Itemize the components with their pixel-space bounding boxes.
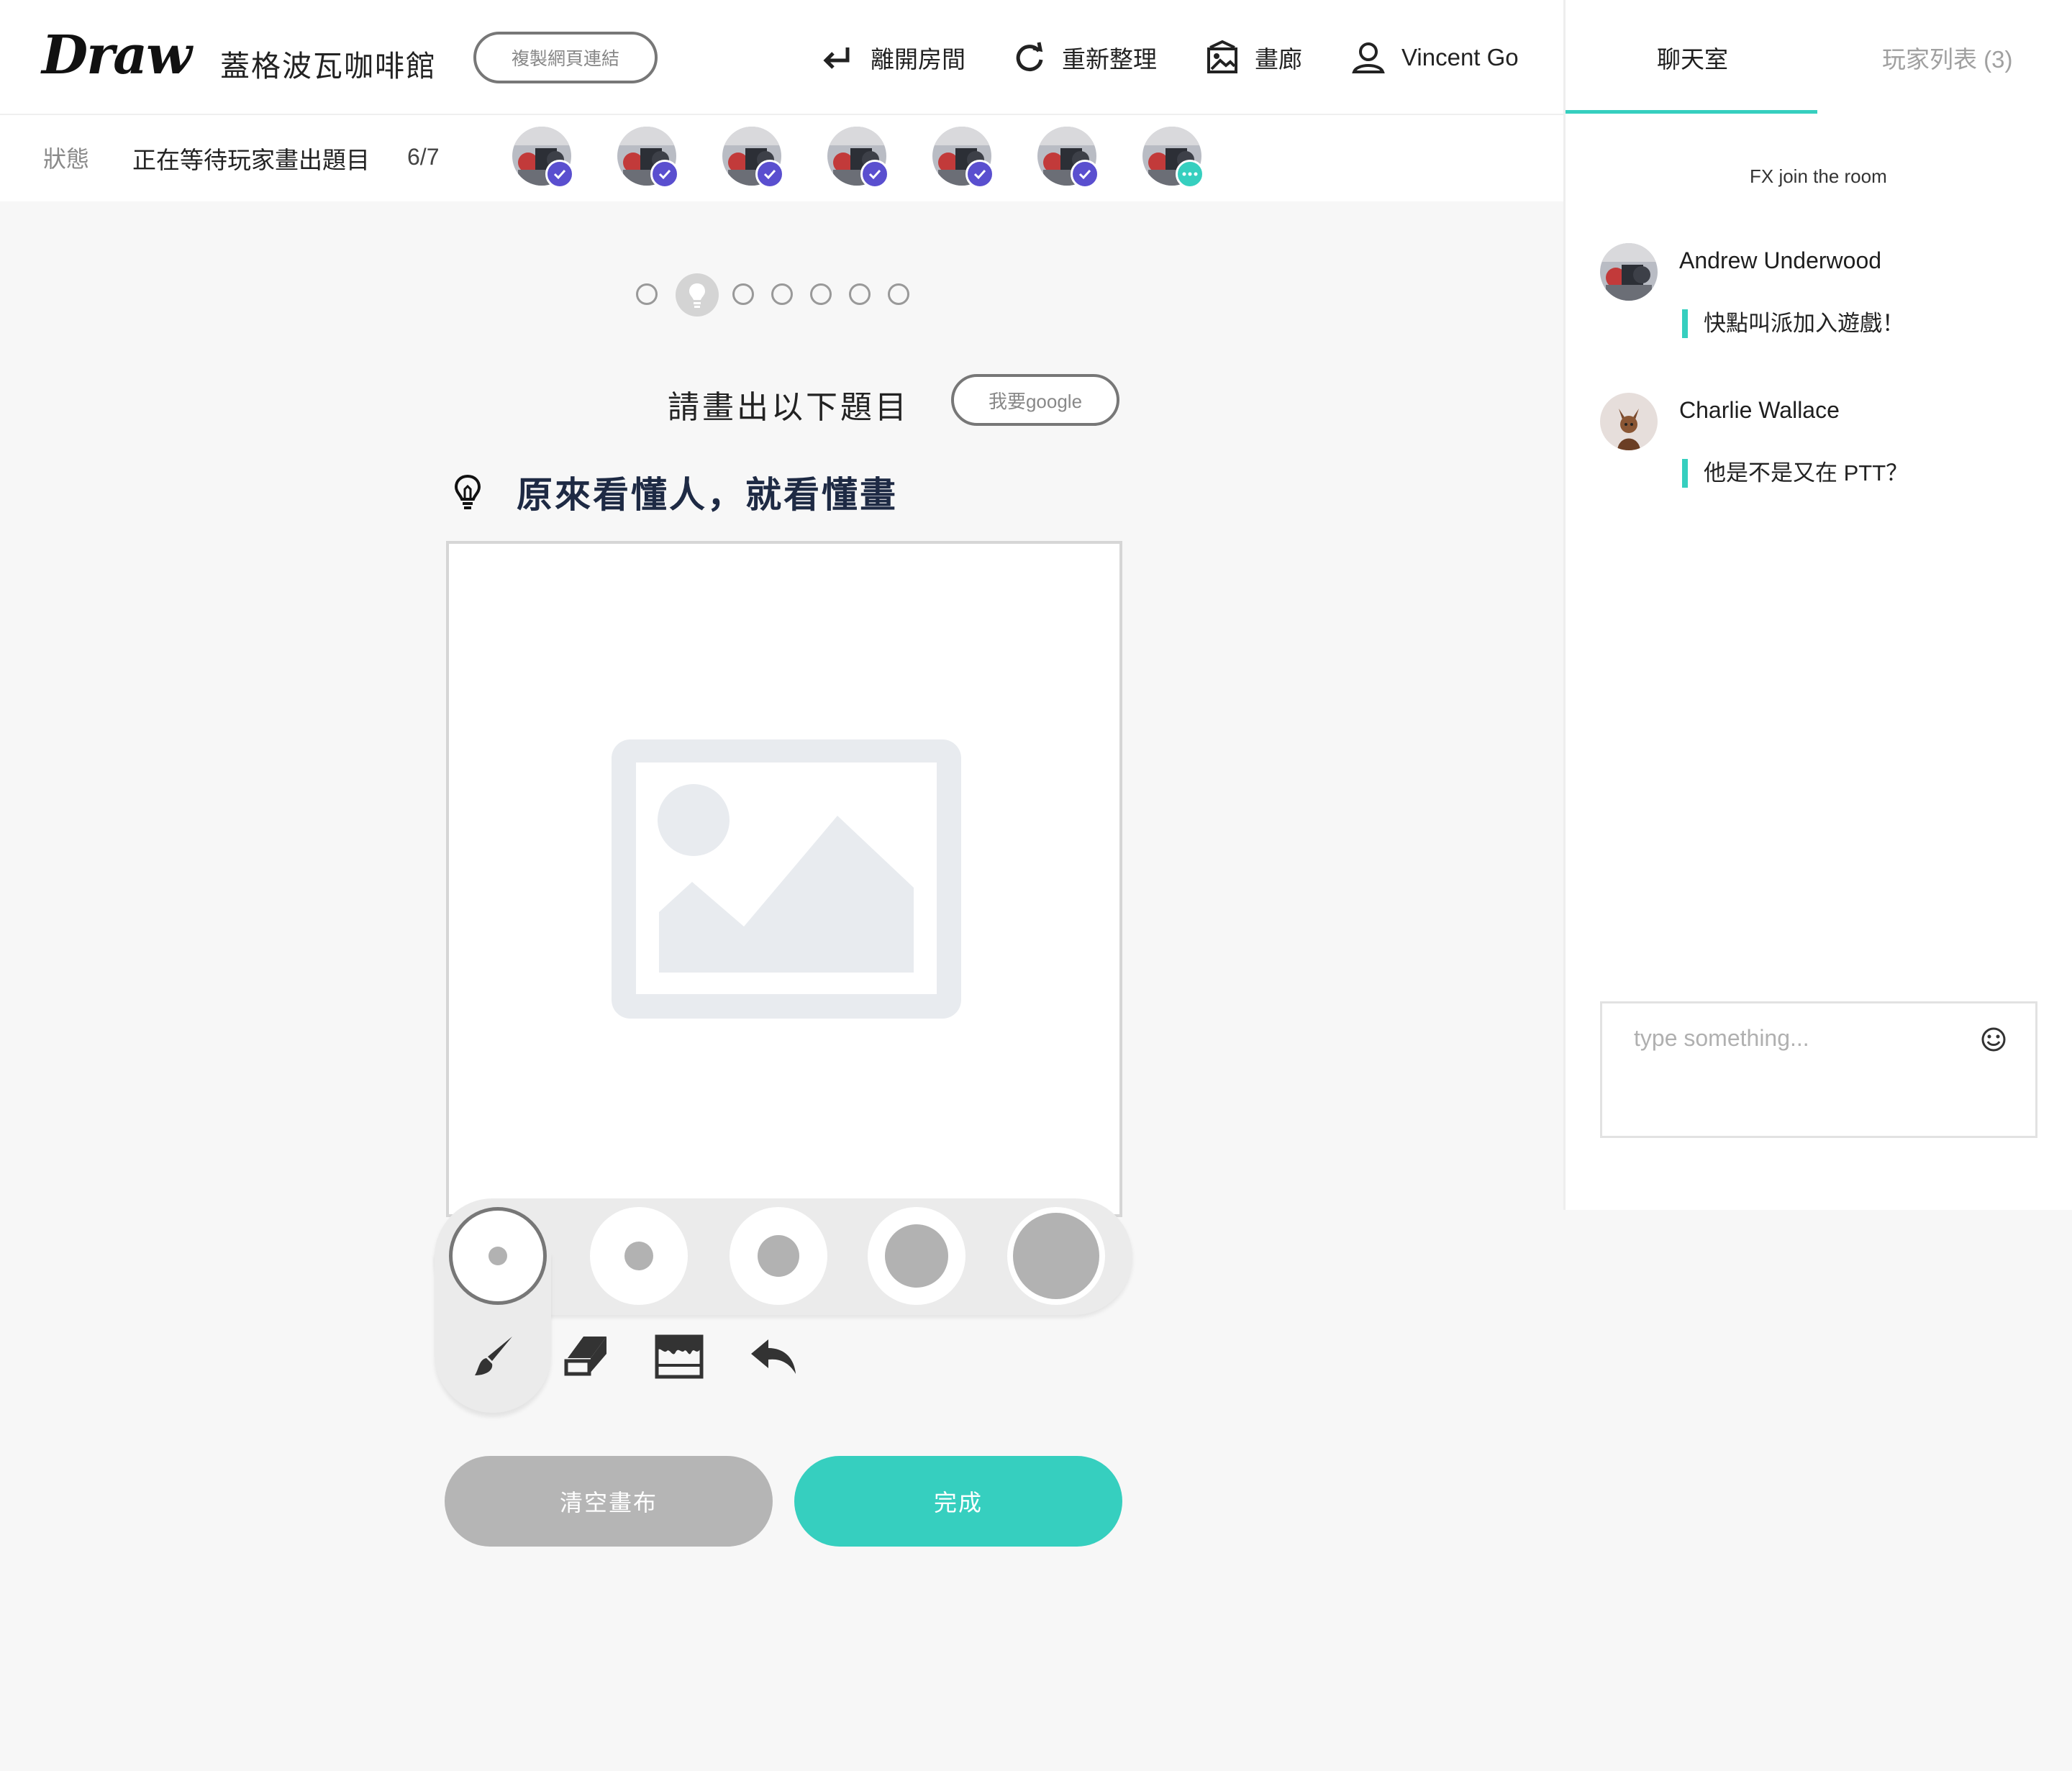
progress-step — [849, 283, 871, 305]
brush-size-dot — [885, 1224, 948, 1288]
drawing-canvas[interactable] — [446, 541, 1122, 1217]
refresh-button[interactable]: 重新整理 — [1013, 36, 1157, 79]
tab-chat[interactable]: 聊天室 — [1657, 40, 1728, 75]
chat-message-text: 快點叫派加入遊戲！ — [1682, 309, 1904, 338]
chat-sender-name: Charlie Wallace — [1679, 397, 1840, 423]
drawing-topic: 原來看懂人，就看懂畫 — [517, 475, 898, 515]
refresh-icon — [1016, 42, 1043, 72]
app-logo[interactable]: Draw — [42, 24, 192, 86]
google-button[interactable]: 我要google — [951, 374, 1119, 426]
undo-tool[interactable] — [745, 1328, 803, 1385]
check-icon — [545, 160, 574, 188]
progress-step — [732, 283, 754, 305]
gallery-icon — [1207, 40, 1237, 73]
progress-step — [636, 283, 658, 305]
leave-room-label: 離開房間 — [871, 46, 965, 73]
brush-size-dot — [1013, 1213, 1099, 1299]
progress-step — [771, 283, 793, 305]
brush-size-2[interactable] — [590, 1207, 688, 1305]
chat-sender-name: Andrew Underwood — [1679, 247, 1882, 273]
progress-step — [810, 283, 832, 305]
prompt-title: 請畫出以下題目 — [668, 390, 909, 425]
chat-message-text: 他是不是又在 PTT？ — [1682, 459, 1908, 488]
clear-canvas-button[interactable]: 清空畫布 — [445, 1456, 773, 1547]
refresh-label: 重新整理 — [1062, 46, 1157, 73]
copy-link-button[interactable]: 複製網頁連結 — [473, 32, 658, 83]
user-icon — [1352, 42, 1385, 73]
user-name: Vincent Go — [1401, 44, 1519, 70]
gallery-button[interactable]: 畫廊 — [1206, 36, 1302, 79]
gallery-label: 畫廊 — [1255, 46, 1302, 73]
brush-size-3[interactable] — [730, 1207, 827, 1305]
brush-icon — [475, 1337, 512, 1375]
brush-size-1[interactable] — [449, 1207, 547, 1305]
brush-size-dot — [758, 1235, 799, 1277]
emoji-icon[interactable] — [1981, 1026, 2007, 1052]
brush-size-dot — [489, 1247, 507, 1265]
paint-bucket-tool[interactable] — [650, 1328, 708, 1385]
avatar-photo — [1600, 243, 1658, 301]
tab-player-list[interactable]: 玩家列表 (3) — [1882, 40, 2013, 75]
active-tab-indicator — [1566, 110, 1817, 114]
system-message: FX join the room — [1750, 165, 1887, 187]
user-menu[interactable]: Vincent Go — [1351, 36, 1519, 79]
enter-return-icon — [823, 47, 850, 69]
paint-bucket-icon — [655, 1334, 704, 1379]
brush-size-5[interactable] — [1007, 1207, 1105, 1305]
brush-size-dot — [624, 1242, 653, 1270]
typing-indicator-icon — [1176, 160, 1204, 188]
leave-room-button[interactable]: 離開房間 — [820, 36, 965, 79]
player-progress-count: 6/7 — [407, 144, 440, 170]
avatar — [1600, 243, 1658, 301]
image-placeholder-icon — [612, 739, 961, 1019]
brush-size-4[interactable] — [868, 1207, 965, 1305]
lightbulb-icon — [689, 283, 705, 308]
undo-icon — [751, 1339, 796, 1374]
progress-step-current — [676, 273, 719, 317]
status-label: 狀態 — [43, 146, 90, 172]
check-icon — [650, 160, 679, 188]
check-icon — [755, 160, 784, 188]
check-icon — [965, 160, 994, 188]
chat-input-placeholder: type something... — [1634, 1025, 1809, 1051]
check-icon — [860, 160, 889, 188]
chat-input[interactable]: type something... — [1600, 1001, 2037, 1138]
room-name: 蓋格波瓦咖啡館 — [220, 50, 437, 83]
done-button[interactable]: 完成 — [794, 1456, 1122, 1547]
lightbulb-icon — [454, 474, 481, 509]
avatar — [1600, 393, 1658, 450]
brush-tool[interactable] — [465, 1328, 522, 1385]
status-text: 正在等待玩家畫出題目 — [132, 147, 370, 173]
progress-step — [888, 283, 909, 305]
eraser-tool[interactable] — [557, 1328, 614, 1385]
avatar-photo — [1600, 393, 1658, 450]
check-icon — [1071, 160, 1099, 188]
eraser-icon — [564, 1337, 606, 1376]
